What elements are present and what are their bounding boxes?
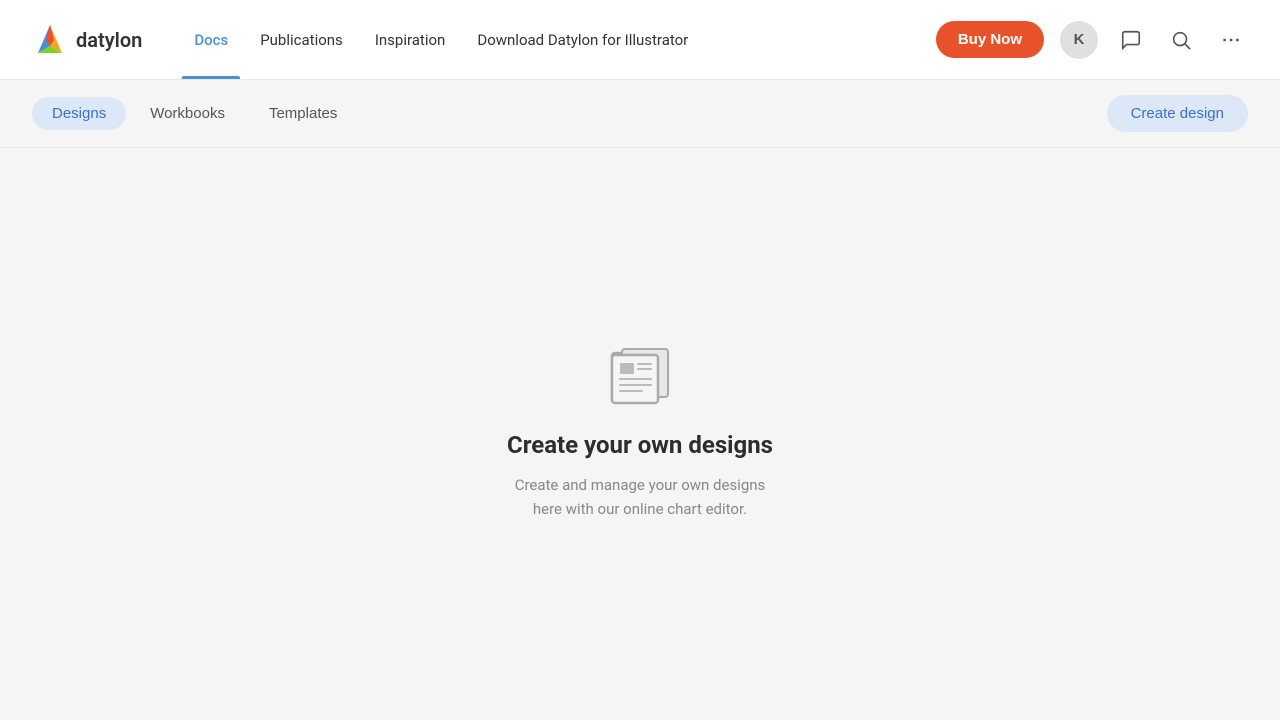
create-design-button[interactable]: Create design: [1107, 95, 1248, 132]
nav-docs[interactable]: Docs: [182, 23, 240, 57]
nav-download[interactable]: Download Datylon for Illustrator: [465, 23, 700, 57]
chat-icon-button[interactable]: [1114, 23, 1148, 57]
empty-state-icon: [604, 347, 676, 407]
search-icon-button[interactable]: [1164, 23, 1198, 57]
search-icon: [1170, 29, 1192, 51]
tab-workbooks[interactable]: Workbooks: [130, 97, 245, 130]
chat-icon: [1120, 29, 1142, 51]
empty-state-description: Create and manage your own designs here …: [500, 473, 780, 521]
nav-links: Docs Publications Inspiration Download D…: [182, 23, 935, 57]
logo-icon: [32, 22, 68, 58]
empty-state-title: Create your own designs: [507, 431, 773, 459]
avatar-button[interactable]: K: [1060, 21, 1098, 59]
brand-name: datylon: [76, 28, 142, 52]
main-content: Create your own designs Create and manag…: [0, 148, 1280, 720]
tabs-left: Designs Workbooks Templates: [32, 97, 1107, 130]
logo-link[interactable]: datylon: [32, 22, 142, 58]
more-options-icon-button[interactable]: [1214, 23, 1248, 57]
tab-templates[interactable]: Templates: [249, 97, 357, 130]
nav-inspiration[interactable]: Inspiration: [363, 23, 458, 57]
buy-now-button[interactable]: Buy Now: [936, 21, 1044, 58]
more-options-icon: [1220, 29, 1242, 51]
navbar: datylon Docs Publications Inspiration Do…: [0, 0, 1280, 80]
tabs-row: Designs Workbooks Templates Create desig…: [0, 80, 1280, 148]
nav-publications[interactable]: Publications: [248, 23, 355, 57]
tab-designs[interactable]: Designs: [32, 97, 126, 130]
nav-right: Buy Now K: [936, 21, 1248, 59]
